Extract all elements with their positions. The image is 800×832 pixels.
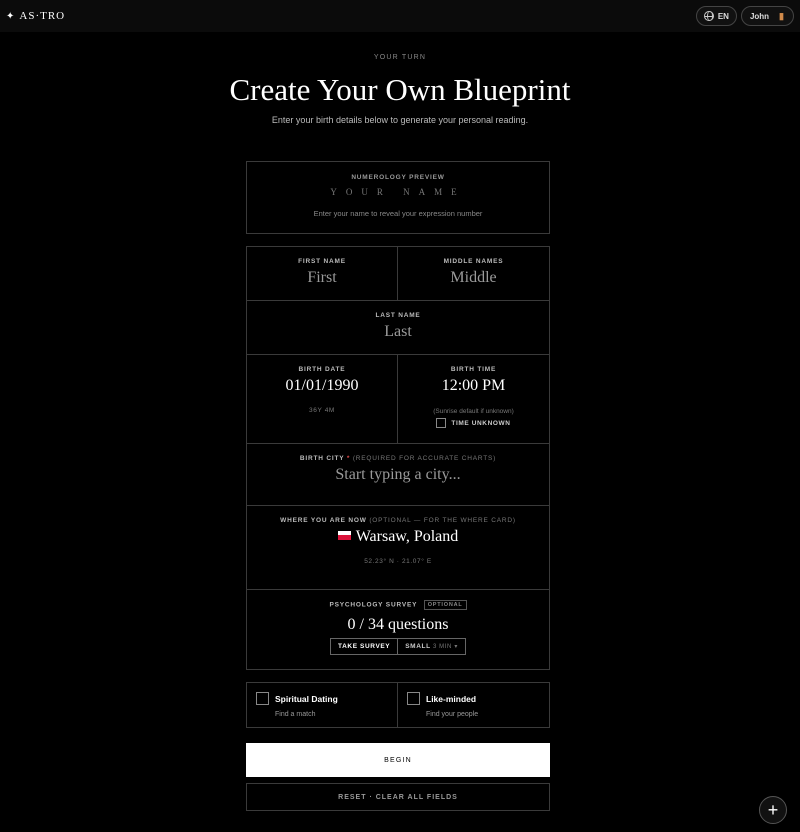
current-location-text: Warsaw, Poland <box>355 528 459 545</box>
last-name-label: LAST NAME <box>375 312 421 319</box>
time-unknown-toggle[interactable]: TIME UNKNOWN <box>436 418 510 428</box>
language-button[interactable]: EN <box>695 6 737 26</box>
preview-label: NUMEROLOGY PREVIEW <box>351 174 445 181</box>
current-location-note: (OPTIONAL — FOR THE WHERE CARD) <box>369 517 516 524</box>
flame-icon: ▮ <box>779 10 784 21</box>
current-location-label-text: WHERE YOU ARE NOW <box>280 517 367 524</box>
spiritual-dating-title: Spiritual Dating <box>275 694 338 704</box>
birth-city-input[interactable]: Start typing a city... <box>247 466 549 484</box>
birth-city-field[interactable]: BIRTH CITY * (REQUIRED FOR ACCURATE CHAR… <box>247 444 549 505</box>
first-name-label: FIRST NAME <box>298 258 346 265</box>
birth-city-note: (REQUIRED FOR ACCURATE CHARTS) <box>352 455 497 462</box>
birth-time-input[interactable]: 12:00 PM <box>398 377 549 395</box>
psychology-survey: PSYCHOLOGY SURVEY OPTIONAL 0 / 34 questi… <box>247 590 549 669</box>
birth-date-input[interactable]: 01/01/1990 <box>247 377 397 395</box>
last-name-row: LAST NAME Last <box>247 301 549 355</box>
optional-badge: OPTIONAL <box>423 600 467 610</box>
first-name-field[interactable]: FIRST NAME First <box>247 247 398 300</box>
time-unknown-checkbox[interactable] <box>436 418 447 428</box>
survey-size-time: 3 MIN <box>432 644 452 650</box>
chevron-down-icon: ▾ <box>454 644 458 650</box>
current-location-label: WHERE YOU ARE NOW (OPTIONAL — FOR THE WH… <box>247 517 549 524</box>
spiritual-dating-option[interactable]: Spiritual Dating Find a match <box>247 683 398 727</box>
age-readout: 36Y 4M <box>309 407 335 414</box>
reset-button[interactable]: RESET · CLEAR ALL FIELDS <box>246 783 550 811</box>
page-title: Create Your Own Blueprint <box>229 72 571 107</box>
spiritual-dating-checkbox[interactable] <box>256 692 269 705</box>
middle-names-input[interactable]: Middle <box>398 269 549 287</box>
birth-time-field[interactable]: BIRTH TIME 12:00 PM (Sunrise default if … <box>398 355 549 443</box>
coordinates-readout: 52.23° N · 21.07° E <box>364 558 432 565</box>
globe-icon <box>703 11 714 21</box>
survey-row: PSYCHOLOGY SURVEY OPTIONAL 0 / 34 questi… <box>247 590 549 669</box>
take-survey-button[interactable]: TAKE SURVEY <box>331 639 399 654</box>
page-subtitle: Enter your birth details below to genera… <box>271 115 529 125</box>
birth-time-label: BIRTH TIME <box>450 366 497 373</box>
begin-button[interactable]: BEGIN <box>246 743 550 777</box>
logo[interactable]: ✦ AS·TRO <box>6 10 65 22</box>
like-minded-title: Like-minded <box>426 694 477 704</box>
current-location-field[interactable]: WHERE YOU ARE NOW (OPTIONAL — FOR THE WH… <box>247 506 549 589</box>
top-bar: ✦ AS·TRO EN John ▮ <box>0 0 800 32</box>
survey-progress: 0 / 34 questions <box>347 616 449 633</box>
birth-time-hint: (Sunrise default if unknown) <box>433 408 514 415</box>
middle-names-field[interactable]: MIDDLE NAMES Middle <box>398 247 549 300</box>
survey-label-line: PSYCHOLOGY SURVEY OPTIONAL <box>247 600 549 610</box>
first-name-input[interactable]: First <box>247 269 397 287</box>
numerology-preview: NUMEROLOGY PREVIEW YOUR NAME Enter your … <box>246 161 550 234</box>
required-mark: * <box>346 455 351 462</box>
logo-text: AS·TRO <box>19 10 66 22</box>
eyebrow: YOUR TURN <box>373 54 427 61</box>
survey-size-label: SMALL <box>405 643 431 650</box>
like-minded-checkbox[interactable] <box>407 692 420 705</box>
poland-flag-icon <box>337 530 351 540</box>
like-minded-subtitle: Find your people <box>426 711 479 718</box>
birth-city-label: BIRTH CITY * (REQUIRED FOR ACCURATE CHAR… <box>247 455 549 462</box>
time-unknown-label: TIME UNKNOWN <box>451 419 511 427</box>
user-menu-button[interactable]: John ▮ <box>740 6 794 26</box>
last-name-input[interactable]: Last <box>247 323 549 341</box>
spiritual-dating-subtitle: Find a match <box>275 711 316 718</box>
last-name-field[interactable]: LAST NAME Last <box>247 301 549 354</box>
language-label: EN <box>717 11 729 21</box>
survey-size-select[interactable]: SMALL 3 MIN ▾ <box>398 639 465 654</box>
name-row: FIRST NAME First MIDDLE NAMES Middle <box>247 247 549 301</box>
preferences: Spiritual Dating Find a match Like-minde… <box>246 682 550 728</box>
current-location-value[interactable]: Warsaw, Poland <box>247 528 549 546</box>
user-name: John <box>749 11 770 21</box>
birth-details-form: FIRST NAME First MIDDLE NAMES Middle LAS… <box>246 246 550 670</box>
preview-name: YOUR NAME <box>330 187 466 197</box>
plus-icon[interactable]: + <box>759 796 787 824</box>
like-minded-option[interactable]: Like-minded Find your people <box>398 683 549 727</box>
birth-datetime-row: BIRTH DATE 01/01/1990 36Y 4M BIRTH TIME … <box>247 355 549 444</box>
sparkle-icon: ✦ <box>6 10 16 22</box>
birth-date-label: BIRTH DATE <box>298 366 346 373</box>
birth-city-label-text: BIRTH CITY <box>299 455 345 462</box>
survey-buttons: TAKE SURVEY SMALL 3 MIN ▾ <box>330 638 466 655</box>
preview-hint: Enter your name to reveal your expressio… <box>313 209 483 218</box>
birth-date-field[interactable]: BIRTH DATE 01/01/1990 36Y 4M <box>247 355 398 443</box>
middle-names-label: MIDDLE NAMES <box>443 258 504 265</box>
birth-city-row: BIRTH CITY * (REQUIRED FOR ACCURATE CHAR… <box>247 444 549 506</box>
survey-label: PSYCHOLOGY SURVEY <box>329 601 418 609</box>
current-location-row: WHERE YOU ARE NOW (OPTIONAL — FOR THE WH… <box>247 506 549 590</box>
